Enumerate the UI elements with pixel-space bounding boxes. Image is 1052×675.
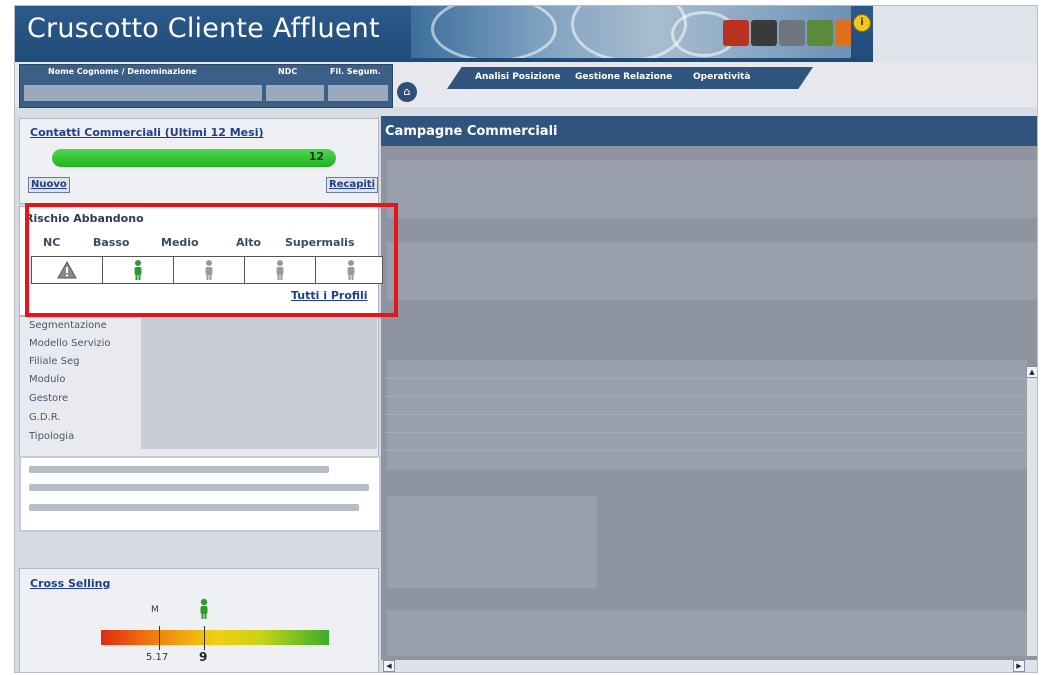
cross-selling-title-link[interactable]: Cross Selling: [30, 577, 110, 590]
recapiti-button[interactable]: Recapiti: [326, 177, 378, 193]
client-fil-header: Fil. Segum.: [330, 67, 381, 76]
app-frame: Cruscotto Cliente Affluent i Nome Cognom…: [14, 5, 1038, 673]
notes-panel: [19, 456, 381, 532]
contatti-count: 12: [308, 150, 324, 163]
tab-operativita[interactable]: Operatività: [693, 72, 750, 82]
scroll-left-icon[interactable]: ◀: [383, 660, 395, 672]
label-tipologia: Tipologia: [29, 431, 75, 442]
nuovo-button[interactable]: Nuovo: [28, 177, 70, 193]
header-empty-area: [873, 6, 1037, 62]
tab-analisi-posizione[interactable]: Analisi Posizione: [475, 72, 560, 82]
banner-car-icon: [723, 20, 749, 46]
table-row-divider: [385, 450, 1025, 451]
banner-savings-icon: [835, 20, 851, 46]
gauge-value-tick: [204, 626, 205, 650]
banner-people-icon: [807, 20, 833, 46]
label-modello-servizio: Modello Servizio: [29, 338, 111, 349]
label-filiale-seg: Filiale Seg: [29, 356, 80, 367]
table-row-divider: [385, 414, 1025, 415]
gauge-benchmark-tick: [159, 626, 160, 650]
table-row-divider: [385, 396, 1025, 397]
app-title: Cruscotto Cliente Affluent: [27, 13, 380, 44]
blurred-text: [29, 504, 359, 511]
info-values-blurred: [141, 318, 377, 449]
info-icon[interactable]: i: [853, 14, 871, 32]
scroll-right-icon[interactable]: ▶: [1013, 660, 1025, 672]
campagne-panel: Campagne Commerciali ▲ ◀ ▶: [381, 116, 1037, 672]
blurred-table: [387, 360, 1027, 470]
client-name-header: Nome Cognome / Denominazione: [48, 67, 197, 76]
label-segmentazione: Segmentazione: [29, 320, 107, 331]
blurred-text: [29, 484, 369, 491]
campagne-title: Campagne Commerciali: [385, 124, 558, 139]
horizontal-scrollbar[interactable]: ◀ ▶: [381, 660, 1037, 672]
campagne-header: Campagne Commerciali: [381, 116, 1037, 146]
banner-document-icon: [751, 20, 777, 46]
contatti-progress-bar: 12: [52, 149, 336, 167]
cross-selling-gauge: [101, 626, 329, 650]
banner-swoosh-shape: [571, 6, 687, 58]
main-nav: Analisi Posizione Gestione Relazione Ope…: [447, 67, 813, 89]
label-gdr: G.D.R.: [29, 412, 61, 423]
banner-swoosh-shape: [431, 6, 557, 58]
blurred-table: [387, 160, 1037, 218]
blurred-table: [387, 242, 1037, 300]
table-row-divider: [385, 432, 1025, 433]
client-ndc-header: NDC: [278, 67, 298, 76]
header-bar: Cruscotto Cliente Affluent i: [15, 6, 1037, 62]
highlight-box: [25, 203, 398, 317]
client-name-value: [24, 85, 262, 101]
tab-gestione-relazione[interactable]: Gestione Relazione: [575, 72, 672, 82]
banner-house-icon: [779, 20, 805, 46]
gauge-current-value: 9: [199, 650, 208, 664]
client-info-table: Nome Cognome / Denominazione NDC Fil. Se…: [19, 64, 393, 108]
contatti-progress-fill: [52, 149, 336, 167]
contatti-title-link[interactable]: Contatti Commerciali (Ultimi 12 Mesi): [30, 126, 264, 139]
client-ndc-value: [266, 85, 324, 101]
gauge-benchmark-value: 5.17: [146, 652, 169, 663]
blurred-text: [29, 466, 329, 473]
table-row-divider: [385, 378, 1025, 379]
label-gestore: Gestore: [29, 393, 69, 404]
blurred-table: [387, 610, 1027, 656]
client-fil-value: [328, 85, 388, 101]
scroll-up-icon[interactable]: ▲: [1026, 366, 1037, 378]
gauge-marker-label: M: [151, 605, 159, 615]
home-button[interactable]: ⌂: [397, 82, 417, 102]
person-marker-icon: [200, 598, 208, 619]
contatti-panel: Contatti Commerciali (Ultimi 12 Mesi) 12…: [19, 118, 379, 204]
banner-image: [411, 6, 851, 58]
blurred-list: [387, 496, 597, 588]
vertical-scrollbar[interactable]: ▲: [1026, 366, 1037, 656]
label-modulo: Modulo: [29, 374, 66, 385]
